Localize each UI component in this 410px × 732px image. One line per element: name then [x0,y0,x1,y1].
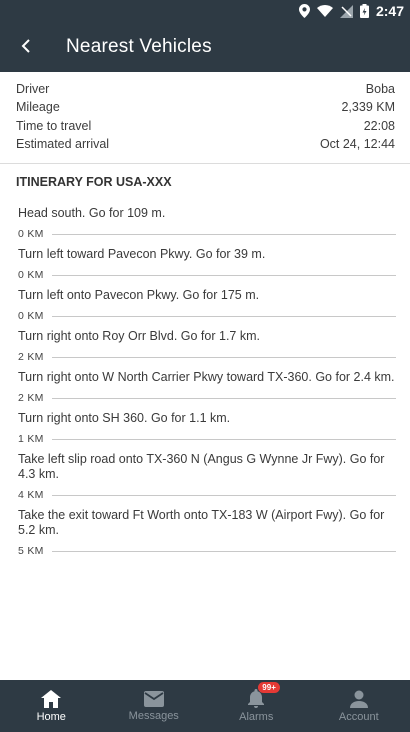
status-bar: 2:47 [298,0,410,22]
home-icon [41,689,62,708]
summary-value: Oct 24, 12:44 [319,136,395,151]
list-item: Turn right onto Roy Orr Blvd. Go for 1.7… [0,323,410,364]
step-instruction: Head south. Go for 109 m. [18,206,166,220]
step-divider [51,315,396,317]
summary-value: 2,339 KM [341,100,395,115]
step-divider [51,494,396,496]
list-item: Turn left onto Pavecon Pkwy. Go for 175 … [0,282,410,323]
step-instruction: Turn right onto W North Carrier Pkwy tow… [18,370,395,384]
step-divider [51,233,396,235]
step-instruction: Take the exit toward Ft Worth onto TX-18… [18,508,385,537]
back-button[interactable] [14,34,38,58]
mail-icon [143,690,164,707]
step-instruction: Take left slip road onto TX-360 N (Angus… [18,452,385,481]
divider [0,163,410,164]
summary-row-driver: Driver Boba [0,80,410,98]
list-item: Take the exit toward Ft Worth onto TX-18… [0,502,410,558]
step-instruction: Turn right onto Roy Orr Blvd. Go for 1.7… [18,329,260,343]
bottom-nav: Home Messages 99+ Alarms Account [0,680,410,732]
step-distance: 0 KM [18,228,44,240]
person-icon [349,690,368,708]
nav-home[interactable]: Home [0,680,103,732]
location-icon [298,4,310,18]
chevron-left-icon [21,39,30,53]
step-instruction: Turn left onto Pavecon Pkwy. Go for 175 … [18,288,260,302]
summary-label: Mileage [16,100,60,115]
list-item: Turn right onto SH 360. Go for 1.1 km. 1… [0,405,410,446]
itinerary-list: Head south. Go for 109 m. 0 KM Turn left… [0,200,410,558]
step-distance: 5 KM [18,545,44,557]
itinerary-title: ITINERARY FOR USA-XXX [16,175,172,189]
step-instruction: Turn left toward Pavecon Pkwy. Go for 39… [18,247,266,261]
summary-label: Time to travel [16,118,92,133]
nav-label: Account [338,710,379,723]
step-distance: 4 KM [18,489,44,501]
nav-alarms[interactable]: 99+ Alarms [205,680,308,732]
nav-messages[interactable]: Messages [103,680,206,732]
list-item: Take left slip road onto TX-360 N (Angus… [0,446,410,502]
summary-value: Boba [365,82,395,96]
step-divider [51,397,396,399]
app-header: 2:47 Nearest Vehicles [0,0,410,72]
summary-label: Driver [16,82,50,96]
status-time: 2:47 [375,3,404,19]
alarm-count-badge: 99+ [258,682,280,693]
step-distance: 2 KM [18,392,44,404]
step-divider [51,274,396,276]
step-instruction: Turn right onto SH 360. Go for 1.1 km. [18,411,231,425]
summary-row-time-to-travel: Time to travel 22:08 [0,117,410,135]
list-item: Head south. Go for 109 m. 0 KM [0,200,410,241]
nav-account[interactable]: Account [308,680,410,732]
summary-row-estimated-arrival: Estimated arrival Oct 24, 12:44 [0,135,410,153]
nav-label: Messages [128,709,179,722]
signal-icon [339,4,353,18]
summary-value: 22:08 [363,118,395,133]
step-distance: 0 KM [18,269,44,281]
list-item: Turn right onto W North Carrier Pkwy tow… [0,364,410,405]
step-distance: 2 KM [18,351,44,363]
page-title: Nearest Vehicles [66,36,212,57]
step-divider [51,438,396,440]
nav-label: Alarms [239,711,274,723]
step-distance: 0 KM [18,310,44,322]
wifi-icon [316,5,333,17]
nav-label: Home [36,710,66,723]
battery-icon [359,4,369,18]
step-divider [51,550,396,552]
trip-summary: Driver Boba Mileage 2,339 KM Time to tra… [0,80,410,153]
summary-label: Estimated arrival [16,136,110,151]
list-item: Turn left toward Pavecon Pkwy. Go for 39… [0,241,410,282]
summary-row-mileage: Mileage 2,339 KM [0,98,410,116]
step-divider [51,356,396,358]
step-distance: 1 KM [18,433,44,445]
